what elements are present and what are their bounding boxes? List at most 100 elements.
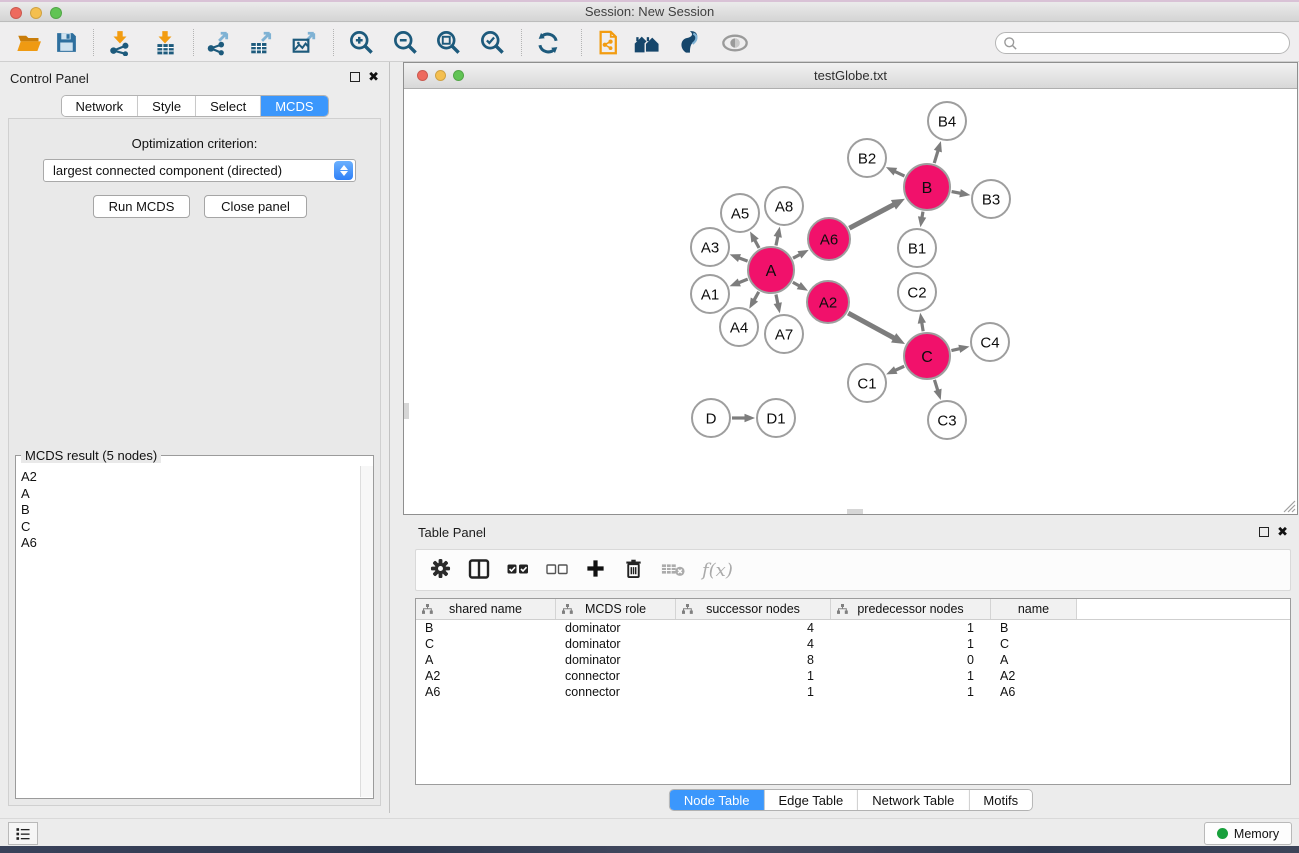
graph-edge-B-B3[interactable] — [952, 189, 971, 197]
table-cell[interactable]: A — [416, 653, 556, 667]
memory-button[interactable]: Memory — [1204, 822, 1292, 845]
mcds-result-item[interactable]: A — [17, 486, 359, 503]
table-cell[interactable]: dominator — [556, 653, 676, 667]
table-row[interactable]: Cdominator41C — [416, 636, 1290, 652]
table-cell[interactable]: 4 — [676, 621, 831, 635]
graph-node-C1[interactable]: C1 — [848, 364, 886, 402]
table-cell[interactable]: 1 — [676, 669, 831, 683]
graph-node-A8[interactable]: A8 — [765, 187, 803, 225]
graph-node-A3[interactable]: A3 — [691, 228, 729, 266]
table-cell[interactable]: 0 — [831, 653, 991, 667]
table-cell[interactable]: A2 — [416, 669, 556, 683]
graph-node-A7[interactable]: A7 — [765, 315, 803, 353]
zoom-selected-button[interactable] — [474, 26, 510, 59]
open-session-button[interactable] — [11, 26, 47, 59]
zoom-fit-button[interactable] — [430, 26, 466, 59]
graph-edge-B-B1[interactable] — [918, 212, 926, 228]
minimize-network-button[interactable] — [435, 70, 446, 81]
network-canvas-svg[interactable]: B4B2BB3A8A5A6A3B1AC2A1A2A4A7C4CC1DD1C3 — [404, 90, 1297, 514]
table-cell[interactable]: A6 — [991, 685, 1077, 699]
table-row[interactable]: Adominator80A — [416, 652, 1290, 668]
table-cell[interactable]: C — [991, 637, 1077, 651]
table-cell[interactable]: connector — [556, 669, 676, 683]
delete-column-button[interactable] — [623, 558, 644, 582]
graph-node-D[interactable]: D — [692, 399, 730, 437]
graph-edge-A-A2[interactable] — [793, 282, 808, 291]
run-mcds-button[interactable]: Run MCDS — [93, 195, 190, 218]
import-network-button[interactable] — [102, 26, 138, 59]
mcds-result-item[interactable]: B — [17, 502, 359, 519]
export-table-button[interactable] — [243, 26, 279, 59]
column-header[interactable]: MCDS role — [556, 599, 676, 619]
table-cell[interactable]: 1 — [831, 621, 991, 635]
zoom-out-button[interactable] — [387, 26, 423, 59]
graph-node-A6[interactable]: A6 — [808, 218, 850, 260]
column-header[interactable]: successor nodes — [676, 599, 831, 619]
search-field[interactable] — [995, 32, 1290, 54]
apply-layout-button[interactable] — [530, 26, 566, 59]
graph-node-D1[interactable]: D1 — [757, 399, 795, 437]
close-panel-icon[interactable]: ✖ — [1277, 526, 1288, 538]
graph-node-C[interactable]: C — [904, 333, 950, 379]
close-network-button[interactable] — [417, 70, 428, 81]
tab-edge-table[interactable]: Edge Table — [764, 790, 858, 810]
float-panel-icon[interactable] — [1259, 527, 1269, 537]
float-panel-icon[interactable] — [350, 72, 360, 82]
splitter-handle[interactable] — [847, 509, 863, 514]
graph-node-B2[interactable]: B2 — [848, 139, 886, 177]
zoom-in-button[interactable] — [343, 26, 379, 59]
graph-edge-A-A8[interactable] — [774, 227, 782, 246]
table-cell[interactable]: B — [991, 621, 1077, 635]
cyndex-home-button[interactable] — [629, 26, 665, 59]
graph-edge-A-A7[interactable] — [774, 294, 782, 313]
tab-style[interactable]: Style — [138, 96, 196, 116]
split-view-button[interactable] — [468, 558, 490, 583]
table-cell[interactable]: 1 — [676, 685, 831, 699]
table-row[interactable]: Bdominator41B — [416, 620, 1290, 636]
table-cell[interactable]: connector — [556, 685, 676, 699]
search-input[interactable] — [1018, 36, 1289, 50]
graph-edge-A-A5[interactable] — [750, 231, 759, 248]
tab-mcds[interactable]: MCDS — [261, 96, 327, 116]
tab-node-table[interactable]: Node Table — [670, 790, 765, 810]
graph-edge-C-C2[interactable] — [918, 313, 926, 332]
close-panel-button[interactable]: Close panel — [204, 195, 307, 218]
table-cell[interactable]: 1 — [831, 669, 991, 683]
export-image-button[interactable] — [286, 26, 322, 59]
table-row[interactable]: A2connector11A2 — [416, 668, 1290, 684]
table-cell[interactable]: B — [416, 621, 556, 635]
tab-select[interactable]: Select — [196, 96, 261, 116]
close-window-button[interactable] — [10, 7, 22, 19]
column-header[interactable]: name — [991, 599, 1077, 619]
graph-node-A1[interactable]: A1 — [691, 275, 729, 313]
graph-edge-A-A4[interactable] — [749, 292, 758, 309]
mcds-result-item[interactable]: A2 — [17, 469, 359, 486]
graph-node-C2[interactable]: C2 — [898, 273, 936, 311]
table-cell[interactable]: 4 — [676, 637, 831, 651]
table-cell[interactable]: dominator — [556, 621, 676, 635]
graph-edge-A-A3[interactable] — [730, 254, 748, 262]
table-cell[interactable]: A6 — [416, 685, 556, 699]
table-cell[interactable]: C — [416, 637, 556, 651]
mcds-list-scrollbar[interactable] — [360, 466, 373, 797]
graph-node-A4[interactable]: A4 — [720, 308, 758, 346]
graph-edge-C-C3[interactable] — [934, 380, 942, 400]
deselect-all-columns-button[interactable] — [546, 558, 568, 583]
zoom-window-button[interactable] — [50, 7, 62, 19]
graph-edge-A-A6[interactable] — [793, 250, 809, 259]
minimize-window-button[interactable] — [30, 7, 42, 19]
splitter-handle[interactable] — [404, 403, 409, 419]
open-network-cloud-button[interactable] — [590, 26, 626, 59]
save-session-button[interactable] — [48, 26, 84, 59]
column-header[interactable]: predecessor nodes — [831, 599, 991, 619]
table-cell[interactable]: 1 — [831, 637, 991, 651]
tab-network[interactable]: Network — [61, 96, 138, 116]
graph-node-C4[interactable]: C4 — [971, 323, 1009, 361]
mcds-result-item[interactable]: C — [17, 519, 359, 536]
table-row[interactable]: A6connector11A6 — [416, 684, 1290, 700]
task-history-button[interactable] — [8, 822, 38, 845]
graph-node-A[interactable]: A — [748, 247, 794, 293]
graph-edge-C-C4[interactable] — [951, 345, 969, 353]
graph-node-B4[interactable]: B4 — [928, 102, 966, 140]
network-window-titlebar[interactable]: testGlobe.txt — [404, 63, 1297, 89]
